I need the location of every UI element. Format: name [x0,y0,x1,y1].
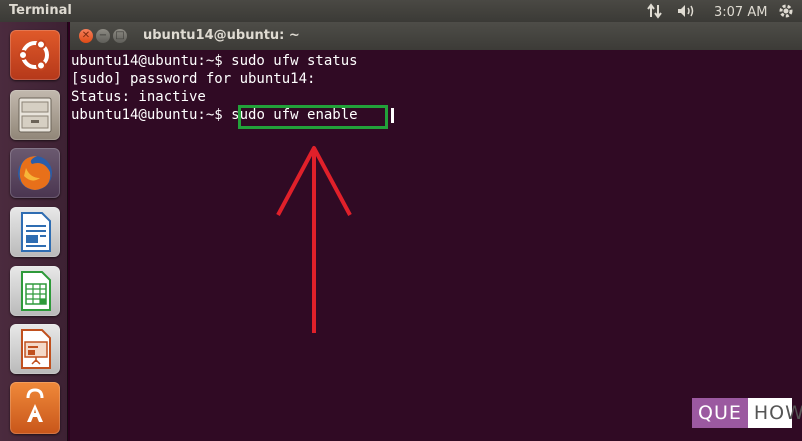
watermark-how: HOW [753,402,802,424]
close-button[interactable]: ✕ [79,29,93,43]
app-title: Terminal [9,3,72,18]
annotation-arrow [276,146,352,333]
launcher-software-center[interactable] [10,382,60,434]
writer-document-icon [21,212,51,252]
watermark-que: QUE [692,398,748,428]
shopping-bag-icon [26,388,44,422]
maximize-icon: □ [115,30,125,41]
terminal-prompt-line: ubuntu14@ubuntu:~$ sudo ufw enable [71,106,799,124]
terminal-line: ubuntu14@ubuntu:~$ sudo ufw status [71,53,358,69]
window-title: ubuntu14@ubuntu: ~ [143,28,300,43]
ubuntu-logo-icon [18,39,49,71]
terminal-line: [sudo] password for ubuntu14: [71,71,316,87]
launcher-files[interactable] [10,90,60,140]
launcher-libreoffice-writer[interactable] [10,207,60,257]
calc-spreadsheet-icon [21,271,51,311]
quehow-watermark: QUE HOW [692,398,802,428]
impress-presentation-icon [21,329,51,369]
terminal-line: Status: inactive [71,89,206,105]
gear-icon[interactable] [778,2,794,20]
text-cursor [391,108,394,123]
terminal-output[interactable]: ubuntu14@ubuntu:~$ sudo ufw status [sudo… [71,52,799,437]
firefox-icon [18,156,52,190]
window-titlebar[interactable]: ✕ − □ ubuntu14@ubuntu: ~ [70,22,802,50]
launcher-firefox[interactable] [10,148,60,198]
command-highlight-box [238,105,388,129]
minimize-button[interactable]: − [96,29,110,43]
top-panel: Terminal 3:07 AM [0,0,802,22]
clock[interactable]: 3:07 AM [714,3,767,21]
launcher [0,22,68,441]
network-icon[interactable] [646,2,664,20]
launcher-libreoffice-calc[interactable] [10,266,60,316]
close-icon: ✕ [81,30,91,41]
launcher-libreoffice-impress[interactable] [10,324,60,374]
maximize-button[interactable]: □ [113,29,127,43]
volume-icon[interactable] [676,2,698,20]
file-cabinet-icon [18,97,52,133]
minimize-icon: − [98,30,108,41]
terminal-window[interactable]: ✕ − □ ubuntu14@ubuntu: ~ ubuntu14@ubuntu… [70,22,802,441]
terminal-prompt: ubuntu14@ubuntu:~$ [71,107,232,123]
launcher-dash-home[interactable] [10,30,60,80]
